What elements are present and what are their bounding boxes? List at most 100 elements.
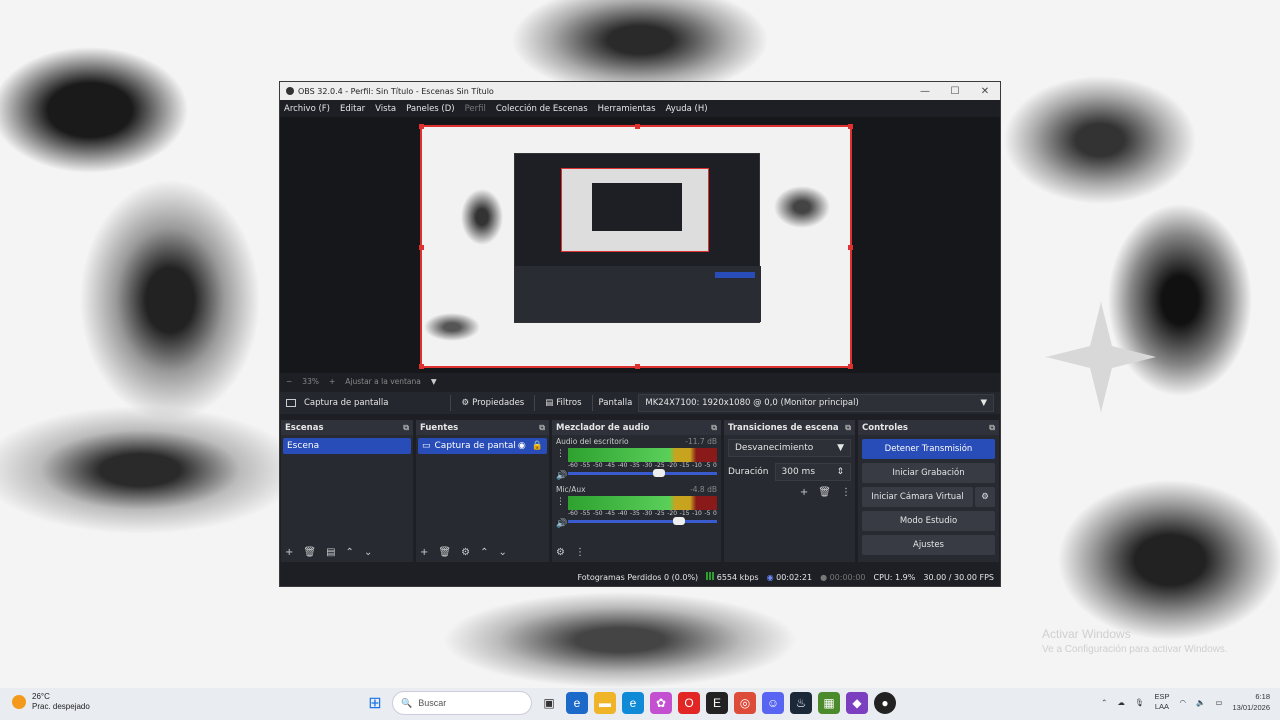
chevron-up-icon[interactable]: ⌃ xyxy=(480,547,488,558)
microphone-icon[interactable]: 🎙 xyxy=(1135,698,1145,707)
chevron-down-icon[interactable]: ⌄ xyxy=(498,547,506,558)
activation-watermark: Activar Windows Ve a Configuración para … xyxy=(1042,626,1228,658)
steam-icon[interactable]: ♨ xyxy=(790,692,812,714)
preview-canvas[interactable] xyxy=(419,124,853,369)
clock[interactable]: 6:18 13/01/2026 xyxy=(1232,691,1270,713)
start-recording-button[interactable]: Iniciar Grabación xyxy=(862,463,995,483)
undock-icon[interactable]: ⧉ xyxy=(403,423,409,433)
resize-handle[interactable] xyxy=(635,124,640,129)
trash-icon[interactable]: 🗑 xyxy=(438,547,451,558)
discord-icon[interactable]: ☺ xyxy=(762,692,784,714)
menu-help[interactable]: Ayuda (H) xyxy=(666,104,708,114)
resize-handle[interactable] xyxy=(419,364,424,369)
search-placeholder: Buscar xyxy=(418,698,447,708)
virtual-camera-settings-button[interactable]: ⚙ xyxy=(975,487,995,507)
photos-icon[interactable]: ✿ xyxy=(650,692,672,714)
slider-knob[interactable] xyxy=(653,469,665,477)
wifi-icon[interactable]: ◠ xyxy=(1179,698,1186,707)
undock-icon[interactable]: ⧉ xyxy=(989,423,995,433)
resize-handle[interactable] xyxy=(635,364,640,369)
edge-dev-icon[interactable]: e xyxy=(566,692,588,714)
resize-handle[interactable] xyxy=(419,124,424,129)
mixer-channel-desktop: Audio del escritorio -11.7 dB ⋮ -60 -55 -50… xyxy=(552,435,721,481)
studio-mode-button[interactable]: Modo Estudio xyxy=(862,511,995,531)
properties-button[interactable]: ⚙ Propiedades xyxy=(457,398,528,408)
scenes-title: Escenas xyxy=(285,422,324,433)
resize-handle[interactable] xyxy=(848,245,853,250)
visual-studio-icon[interactable]: ◆ xyxy=(846,692,868,714)
edge-icon[interactable]: e xyxy=(622,692,644,714)
resize-handle[interactable] xyxy=(848,364,853,369)
language-indicator[interactable]: ESP LAA xyxy=(1154,692,1169,712)
resize-handle[interactable] xyxy=(419,245,424,250)
slider-knob[interactable] xyxy=(673,517,685,525)
menu-docks[interactable]: Paneles (D) xyxy=(406,104,454,114)
gear-icon[interactable]: ⚙ xyxy=(461,547,470,558)
virtual-camera-button[interactable]: Iniciar Cámara Virtual xyxy=(862,487,973,507)
resize-handle[interactable] xyxy=(848,124,853,129)
task-view-icon[interactable]: ▣ xyxy=(538,692,560,714)
spinner-icon[interactable]: ⇕ xyxy=(836,467,844,477)
trash-icon[interactable]: 🗑 xyxy=(818,487,831,498)
chrome-icon[interactable]: ◎ xyxy=(734,692,756,714)
gear-icon: ⚙ xyxy=(981,492,989,502)
duration-value: 300 ms xyxy=(781,467,816,477)
undock-icon[interactable]: ⧉ xyxy=(711,423,717,433)
duration-input[interactable]: 300 ms ⇕ xyxy=(774,463,851,481)
close-button[interactable]: ✕ xyxy=(970,86,1000,97)
speaker-icon[interactable]: 🔊 xyxy=(556,519,567,529)
menu-tools[interactable]: Herramientas xyxy=(598,104,656,114)
advanced-audio-icon[interactable]: ⚙ xyxy=(556,547,565,558)
filter-icon[interactable]: ▤ xyxy=(326,547,335,558)
volume-slider[interactable] xyxy=(568,517,717,525)
zoom-in-button[interactable]: + xyxy=(329,377,335,386)
add-icon[interactable]: + xyxy=(800,487,808,498)
epic-games-icon[interactable]: E xyxy=(706,692,728,714)
chevron-up-icon[interactable]: ⌃ xyxy=(1101,698,1107,707)
menu-scene-collection[interactable]: Colección de Escenas xyxy=(496,104,588,114)
add-icon[interactable]: + xyxy=(420,547,428,558)
file-explorer-icon[interactable]: ▬ xyxy=(594,692,616,714)
onedrive-icon[interactable]: ☁ xyxy=(1117,698,1125,707)
battery-icon[interactable]: ▭ xyxy=(1215,698,1222,707)
more-icon[interactable]: ⋮ xyxy=(556,497,565,507)
taskbar-search[interactable]: 🔍 Buscar xyxy=(392,691,532,715)
menu-profile[interactable]: Perfil xyxy=(465,104,486,114)
zoom-dropdown-icon[interactable]: ▼ xyxy=(431,377,437,386)
filters-button[interactable]: ▤ Filtros xyxy=(541,398,585,408)
more-icon[interactable]: ⋮ xyxy=(575,547,585,558)
lock-icon[interactable]: 🔒 xyxy=(532,441,543,451)
menu-file[interactable]: Archivo (F) xyxy=(284,104,330,114)
preview-area[interactable] xyxy=(280,117,1000,373)
minimize-button[interactable]: — xyxy=(910,86,940,97)
source-item[interactable]: ▭ Captura de pantal ◉ 🔒 xyxy=(418,438,547,454)
minecraft-icon[interactable]: ▦ xyxy=(818,692,840,714)
menu-view[interactable]: Vista xyxy=(375,104,396,114)
menu-edit[interactable]: Editar xyxy=(340,104,365,114)
eye-icon[interactable]: ◉ xyxy=(518,441,526,451)
stop-stream-button[interactable]: Detener Transmisión xyxy=(862,439,995,459)
more-icon[interactable]: ⋮ xyxy=(841,487,851,498)
obs-taskbar-icon[interactable]: ● xyxy=(874,692,896,714)
maximize-button[interactable]: ☐ xyxy=(940,86,970,97)
opera-icon[interactable]: O xyxy=(678,692,700,714)
windows-start-icon[interactable]: ⊞ xyxy=(364,692,386,714)
more-icon[interactable]: ⋮ xyxy=(556,449,565,459)
fit-to-window[interactable]: Ajustar a la ventana xyxy=(345,377,421,386)
speaker-icon[interactable]: 🔊 xyxy=(556,471,567,481)
chevron-down-icon[interactable]: ⌄ xyxy=(364,547,372,558)
transition-select[interactable]: Desvanecimiento ▼ xyxy=(728,439,851,457)
add-icon[interactable]: + xyxy=(285,547,293,558)
settings-button[interactable]: Ajustes xyxy=(862,535,995,555)
trash-icon[interactable]: 🗑 xyxy=(303,547,316,558)
screen-select[interactable]: MK24X7100: 1920x1080 @ 0,0 (Monitor prin… xyxy=(638,394,994,412)
weather-widget[interactable]: 26°C Prac. despejado xyxy=(12,692,90,712)
volume-meter xyxy=(568,448,717,462)
volume-slider[interactable] xyxy=(568,469,717,477)
undock-icon[interactable]: ⧉ xyxy=(539,423,545,433)
volume-icon[interactable]: 🔈 xyxy=(1196,698,1205,707)
scene-item[interactable]: Escena xyxy=(283,438,411,454)
zoom-out-button[interactable]: − xyxy=(286,377,292,386)
undock-icon[interactable]: ⧉ xyxy=(845,423,851,433)
chevron-up-icon[interactable]: ⌃ xyxy=(346,547,354,558)
